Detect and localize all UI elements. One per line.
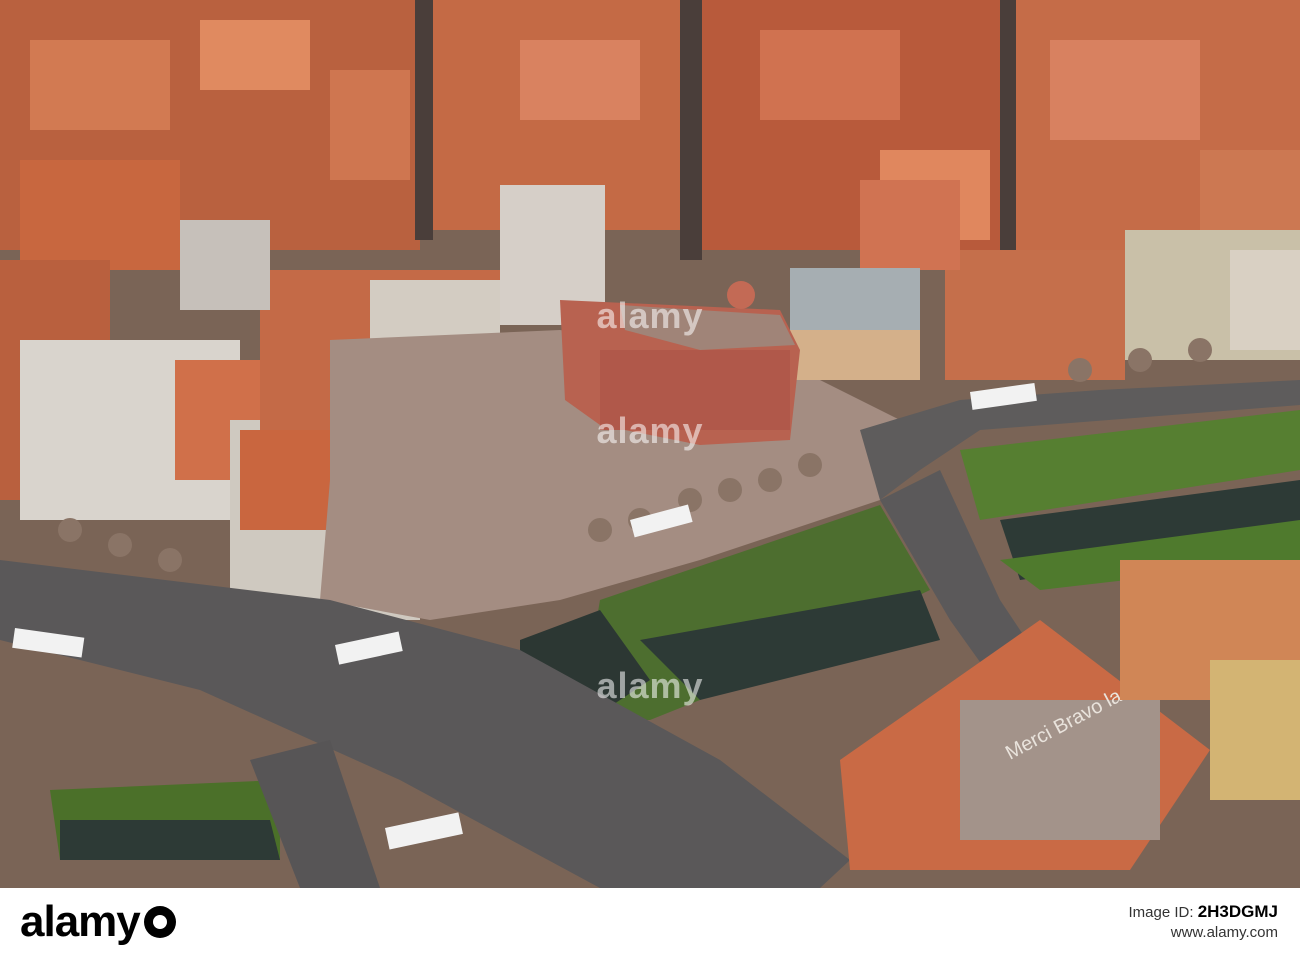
image-id-label: Image ID: [1128, 903, 1194, 921]
footer-bar: alamy Image ID: 2H3DGMJ www.alamy.com [0, 888, 1300, 956]
aerial-photo: Merci Bravo la France! alamy alamy alamy [0, 0, 1300, 888]
logo-mark-icon [143, 906, 176, 938]
site-url[interactable]: www.alamy.com [1128, 923, 1278, 943]
logo-text: alamy [20, 897, 141, 946]
image-info: Image ID: 2H3DGMJ www.alamy.com [1128, 902, 1278, 943]
stock-logo[interactable]: alamy [20, 897, 176, 947]
aerial-photo-drawing: Merci Bravo la France! [0, 0, 1300, 888]
image-id-value: 2H3DGMJ [1197, 901, 1278, 921]
